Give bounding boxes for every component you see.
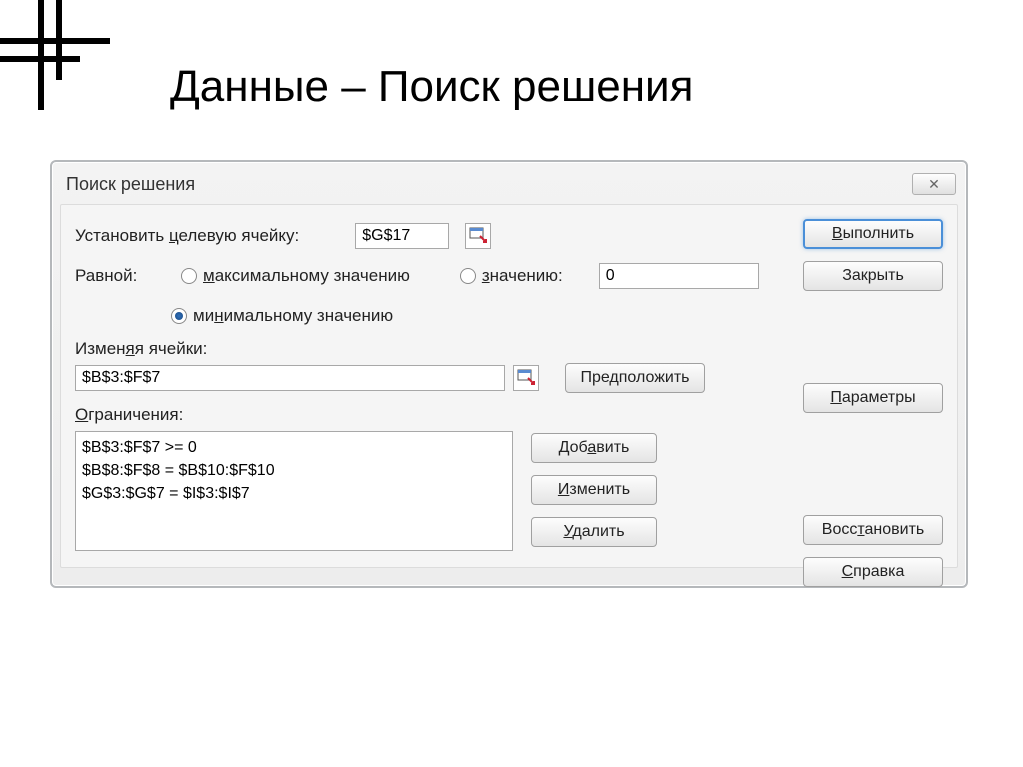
- constraints-listbox[interactable]: $B$3:$F$7 >= 0 $B$8:$F$8 = $B$10:$F$10 $…: [75, 431, 513, 551]
- changing-range-picker-button[interactable]: [513, 365, 539, 391]
- close-dialog-button[interactable]: Закрыть: [803, 261, 943, 291]
- equal-label: Равной:: [75, 266, 171, 286]
- target-range-picker-button[interactable]: [465, 223, 491, 249]
- dialog-titlebar: Поиск решения ✕: [52, 162, 966, 200]
- radio-icon: [171, 308, 187, 324]
- radio-min[interactable]: минимальному значению: [171, 306, 393, 326]
- value-input[interactable]: [599, 263, 759, 289]
- parameters-button[interactable]: Параметры: [803, 383, 943, 413]
- target-cell-label: Установить целевую ячейку:: [75, 226, 299, 246]
- close-button[interactable]: ✕: [912, 173, 956, 195]
- changing-cells-label: Изменяя ячейки:: [75, 339, 795, 359]
- slide-corner-decoration: [0, 0, 120, 120]
- radio-value[interactable]: значению:: [460, 266, 563, 286]
- changing-cells-input[interactable]: [75, 365, 505, 391]
- constraints-label: Ограничения:: [75, 405, 795, 425]
- radio-icon: [460, 268, 476, 284]
- help-button[interactable]: Справка: [803, 557, 943, 587]
- radio-max[interactable]: максимальному значению: [181, 266, 410, 286]
- reset-button[interactable]: Восстановить: [803, 515, 943, 545]
- close-icon: ✕: [928, 176, 940, 193]
- delete-constraint-button[interactable]: Удалить: [531, 517, 657, 547]
- range-picker-icon: [469, 225, 487, 248]
- page-title: Данные – Поиск решения: [170, 62, 693, 112]
- run-button[interactable]: Выполнить: [803, 219, 943, 249]
- target-cell-input[interactable]: [355, 223, 449, 249]
- solver-dialog: Поиск решения ✕ Выполнить Закрыть Параме…: [50, 160, 968, 588]
- radio-icon: [181, 268, 197, 284]
- dialog-title: Поиск решения: [66, 174, 195, 195]
- change-constraint-button[interactable]: Изменить: [531, 475, 657, 505]
- guess-button[interactable]: Предположить: [565, 363, 705, 393]
- add-constraint-button[interactable]: Добавить: [531, 433, 657, 463]
- range-picker-icon: [517, 367, 535, 390]
